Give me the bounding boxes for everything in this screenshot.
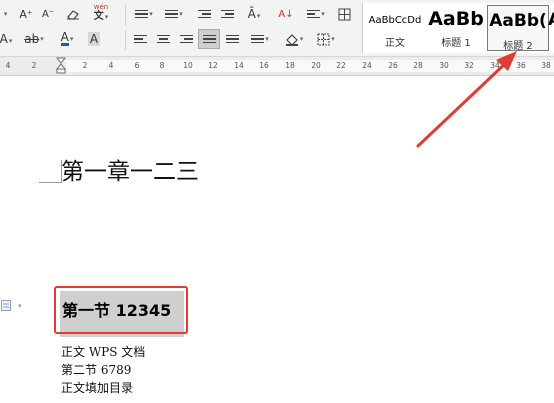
increase-indent-button[interactable] xyxy=(217,5,237,23)
ruler-tick-label: 12 xyxy=(208,61,218,70)
text-effect-button[interactable]: A▾ xyxy=(0,30,12,48)
section-heading[interactable]: 第一节 12345 xyxy=(62,297,171,321)
table-border-button[interactable] xyxy=(334,5,354,23)
decrease-font-size-button[interactable]: A⁻ xyxy=(38,5,58,23)
body-line[interactable]: 正文填加目录 xyxy=(61,381,133,395)
increase-indent-icon xyxy=(220,8,234,21)
chapter-heading[interactable]: 第一章一二三 xyxy=(61,152,199,186)
decrease-indent-icon xyxy=(197,8,211,21)
ribbon-toolbar: ▾ A⁺ A⁻ wén 文▾ ▾ ▾ Ā▾ A↓ ▾ A▾ ab▾ A▾ A xyxy=(0,0,554,57)
show-hide-marks-button[interactable]: ▾ xyxy=(302,5,330,23)
ruler-tick-label: 32 xyxy=(464,61,474,70)
ruler-tick-label: 22 xyxy=(336,61,346,70)
ruler-tick-label: 10 xyxy=(183,61,193,70)
ruler-tick-label: 24 xyxy=(362,61,372,70)
toolbar-separator xyxy=(125,5,126,25)
body-line[interactable]: 第二节 6789 xyxy=(61,363,131,377)
ruler-tick-label: 20 xyxy=(311,61,321,70)
increase-font-size-button[interactable]: A⁺ xyxy=(16,5,36,23)
ruler-tick-label: 4 xyxy=(108,61,114,70)
ruler-tick-label: 26 xyxy=(388,61,398,70)
ruler-tick-label: 36 xyxy=(516,61,526,70)
borders-icon xyxy=(317,33,330,45)
align-right-button[interactable] xyxy=(176,30,196,48)
character-shading-button[interactable]: A xyxy=(85,30,103,48)
ruler-tick-label: 16 xyxy=(259,61,269,70)
borders-button[interactable]: ▾ xyxy=(312,30,340,48)
eraser-icon xyxy=(67,10,79,20)
document-outline-icon[interactable] xyxy=(1,300,11,311)
ruler-tick-label: 2 xyxy=(82,61,88,70)
grid-icon xyxy=(338,8,350,20)
align-left-icon xyxy=(133,33,147,46)
distributed-align-icon xyxy=(225,33,239,46)
pinyin-guide-icon: 文▾ xyxy=(93,10,109,22)
font-color-button[interactable]: A ▾ xyxy=(54,30,80,48)
style-normal[interactable]: AaBbCcDd 正文 xyxy=(365,5,425,49)
line-spacing-button[interactable]: ▾ xyxy=(246,30,274,48)
sort-button[interactable]: A↓ xyxy=(276,5,296,23)
clear-formatting-button[interactable] xyxy=(62,5,84,23)
ruler-tick-label: 8 xyxy=(159,61,165,70)
distributed-align-button[interactable] xyxy=(222,30,242,48)
ruler-tick-label: 34 xyxy=(490,61,500,70)
change-case-icon: Ā▾ xyxy=(247,7,261,21)
align-left-button[interactable] xyxy=(130,30,150,48)
ruler-tick-label: 30 xyxy=(439,61,449,70)
paint-bucket-icon xyxy=(285,33,298,46)
ruler-tick-label: 4 xyxy=(5,61,11,70)
align-right-icon xyxy=(179,33,193,46)
font-size-dropdown-icon[interactable]: ▾ xyxy=(0,5,10,23)
shading-button[interactable]: ▾ xyxy=(280,30,308,48)
ruler-tick-label: 6 xyxy=(134,61,140,70)
body-line[interactable]: 正文 WPS 文档 xyxy=(61,345,145,359)
indent-marker-icon[interactable] xyxy=(56,57,66,75)
style-heading-3[interactable]: A xyxy=(548,5,554,49)
align-center-icon xyxy=(156,33,170,46)
page-margin-corner xyxy=(39,160,62,183)
text-effect-icon: A▾ xyxy=(0,32,13,46)
numbered-list-icon xyxy=(165,8,179,21)
style-heading-1[interactable]: AaBb 标题 1 xyxy=(426,5,486,49)
ruler-tick-label: 2 xyxy=(31,61,37,70)
change-case-button[interactable]: Ā▾ xyxy=(242,5,266,23)
style-heading-2[interactable]: AaBb( 标题 2 xyxy=(487,5,549,52)
ruler-tick-label: 18 xyxy=(285,61,295,70)
justify-icon xyxy=(202,33,216,46)
horizontal-ruler[interactable]: 4 2 2 4 6 8 10 12 14 16 18 20 22 24 26 2… xyxy=(0,57,554,76)
line-spacing-icon xyxy=(251,33,265,46)
styles-gallery: AaBbCcDd 正文 AaBb 标题 1 AaBb( 标题 2 A xyxy=(362,3,554,53)
ruler-tick-label: 14 xyxy=(234,61,244,70)
chevron-down-icon[interactable]: ▾ xyxy=(18,302,22,310)
justify-button[interactable] xyxy=(198,29,220,49)
strikethrough-button[interactable]: ab ▾ xyxy=(20,30,48,48)
toolbar-separator xyxy=(125,30,126,50)
numbered-list-button[interactable]: ▾ xyxy=(160,5,188,23)
align-center-button[interactable] xyxy=(153,30,173,48)
paragraph-marks-icon xyxy=(307,8,321,21)
bullet-list-button[interactable]: ▾ xyxy=(130,5,158,23)
ruler-tick-label: 38 xyxy=(541,61,551,70)
decrease-indent-button[interactable] xyxy=(194,5,214,23)
bullet-list-icon xyxy=(135,8,149,21)
ruler-tick-label: 28 xyxy=(413,61,423,70)
pinyin-guide-button[interactable]: wén 文▾ xyxy=(88,3,114,22)
